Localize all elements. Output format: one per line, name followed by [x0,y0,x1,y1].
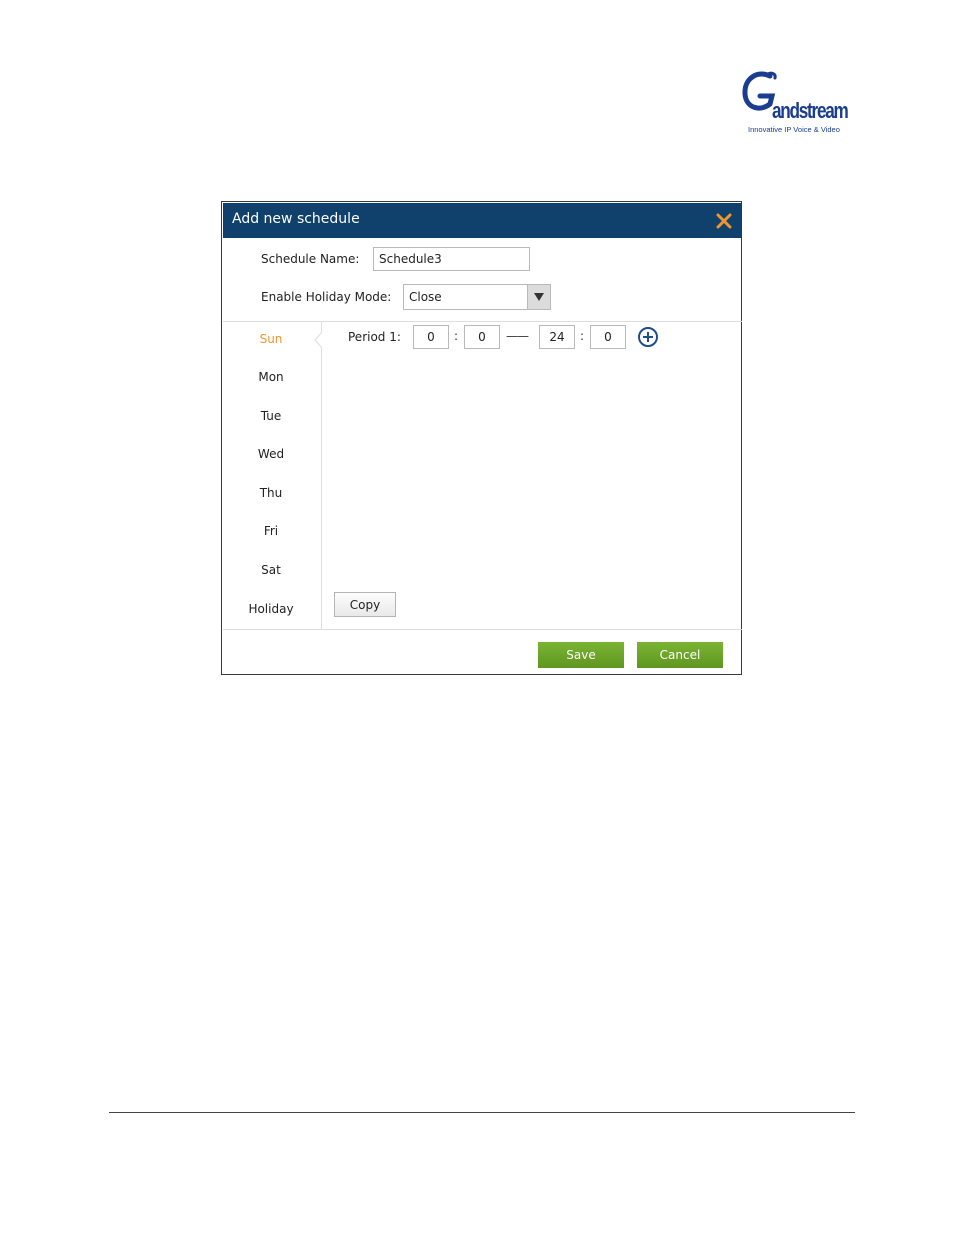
page-footer-rule [109,1112,855,1113]
divider-bottom [223,629,742,630]
save-button[interactable]: Save [538,642,624,668]
holiday-mode-select[interactable]: Close [403,284,551,310]
end-hour-input[interactable]: 24 [539,325,575,349]
day-tab-sat[interactable]: Sat [223,563,319,577]
period-label: Period 1: [348,330,401,344]
start-minute-input[interactable]: 0 [464,325,500,349]
divider-top [223,321,742,322]
end-minute-input[interactable]: 0 [590,325,626,349]
add-schedule-dialog: Add new schedule Schedule Name: Enable H… [221,201,742,675]
schedule-name-input[interactable] [373,247,530,271]
dropdown-arrow-icon[interactable] [527,285,550,309]
logo-tagline: Innovative IP Voice & Video [748,125,840,134]
cancel-button[interactable]: Cancel [637,642,723,668]
dialog-titlebar: Add new schedule [223,203,742,238]
holiday-mode-label: Enable Holiday Mode: [261,290,392,304]
copy-button[interactable]: Copy [334,592,396,617]
plus-circle-icon[interactable] [637,326,659,348]
schedule-name-label: Schedule Name: [261,252,360,266]
day-tab-thu[interactable]: Thu [223,486,319,500]
holiday-mode-value: Close [409,290,442,304]
day-tab-fri[interactable]: Fri [223,524,319,538]
close-icon[interactable] [714,211,734,231]
start-hour-input[interactable]: 0 [413,325,449,349]
day-tab-mon[interactable]: Mon [223,370,319,384]
day-tab-wed[interactable]: Wed [223,447,319,461]
range-dash: —— [506,329,529,343]
day-list-divider [321,322,322,629]
day-tab-holiday[interactable]: Holiday [223,602,319,616]
start-time-colon: : [454,329,459,343]
day-tab-sun[interactable]: Sun [223,332,319,346]
day-tab-tue[interactable]: Tue [223,409,319,423]
grandstream-logo: andstream Innovative IP Voice & Video [740,68,858,138]
dialog-title: Add new schedule [232,211,360,227]
logo-wordmark: andstream [772,98,849,123]
end-time-colon: : [580,329,585,343]
